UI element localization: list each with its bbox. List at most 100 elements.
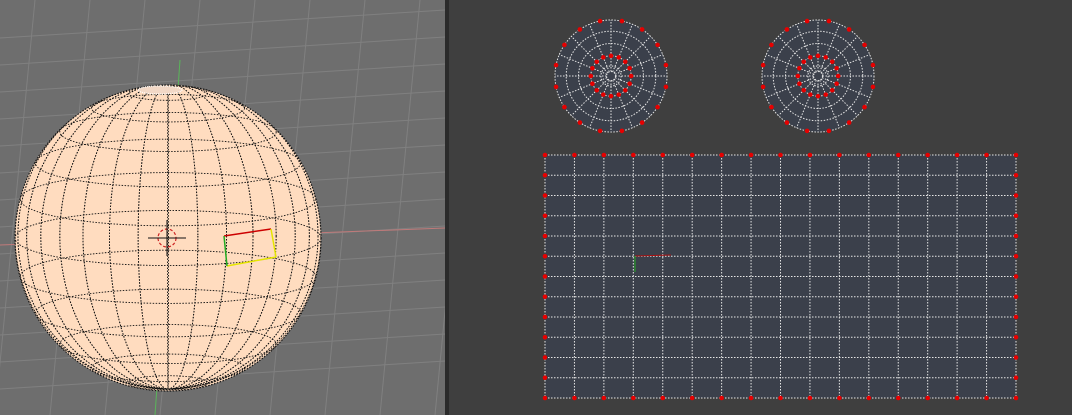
- uv-vertex: [590, 81, 595, 87]
- uv-vertex: [834, 81, 839, 87]
- uv-vertex: [1013, 152, 1019, 158]
- uv-vertex: [639, 120, 645, 125]
- uv-vertex: [984, 395, 989, 401]
- grid-line: [434, 306, 445, 415]
- uv-vertex: [1013, 172, 1019, 178]
- uv-vertex: [689, 395, 695, 401]
- uv-vertex: [542, 314, 548, 320]
- grid-line: [324, 0, 366, 415]
- uv-vertex: [622, 87, 628, 93]
- uv-sphere-mesh[interactable]: [14, 83, 322, 392]
- uv-vertex: [1013, 294, 1019, 300]
- uv-vertex: [866, 395, 872, 401]
- uv-vertex: [619, 128, 625, 134]
- uv-vertex: [925, 395, 930, 401]
- uv-vertex: [542, 213, 548, 219]
- uv-vertex: [823, 55, 829, 60]
- uv-vertex: [663, 62, 669, 68]
- uv-vertex: [631, 152, 636, 158]
- uv-vertex: [597, 128, 603, 134]
- uv-vertex: [542, 355, 548, 360]
- uv-editor-canvas[interactable]: [449, 0, 1072, 415]
- uv-vertex: [815, 53, 821, 59]
- 3d-viewport-canvas[interactable]: [0, 0, 445, 415]
- uv-vertex: [807, 152, 813, 158]
- uv-vertex: [689, 152, 695, 158]
- uv-vertex: [597, 18, 603, 24]
- uv-vertex: [835, 73, 841, 79]
- uv-editor[interactable]: [449, 0, 1072, 415]
- uv-vertex: [769, 42, 774, 48]
- uv-vertex: [925, 152, 930, 158]
- island-fill: [555, 20, 667, 132]
- uv-vertex: [572, 152, 577, 158]
- uv-vertex: [846, 27, 852, 32]
- uv-vertex: [1013, 233, 1019, 239]
- uv-vertex: [895, 152, 901, 158]
- uv-vertex: [627, 65, 632, 71]
- uv-vertex: [542, 274, 548, 279]
- 3d-viewport[interactable]: [0, 0, 445, 415]
- uv-vertex: [553, 62, 559, 68]
- uv-vertex: [616, 92, 622, 97]
- grid-line: [0, 9, 445, 39]
- uv-vertex: [769, 104, 774, 110]
- uv-vertex: [807, 92, 813, 97]
- uv-vertex: [784, 120, 790, 125]
- uv-vertex: [895, 395, 901, 401]
- uv-vertex: [562, 42, 567, 48]
- uv-vertex: [619, 18, 625, 24]
- uv-vertex: [797, 81, 802, 87]
- uv-vertex: [600, 55, 606, 60]
- uv-vertex: [1013, 253, 1019, 259]
- uv-vertex: [778, 395, 783, 401]
- uv-vertex: [795, 73, 801, 79]
- uv-vertex: [608, 53, 614, 59]
- uv-vertex: [760, 62, 766, 68]
- uv-vertex: [542, 172, 548, 178]
- uv-vertex: [748, 395, 754, 401]
- uv-vertex: [784, 27, 790, 32]
- uv-vertex: [655, 104, 660, 110]
- uv-vertex: [542, 253, 548, 259]
- uv-vertex: [984, 152, 989, 158]
- uv-vertex: [577, 27, 583, 32]
- uv-vertex: [1013, 395, 1019, 401]
- grid-line: [0, 63, 445, 93]
- uv-vertex: [826, 128, 832, 134]
- uv-vertex: [542, 294, 548, 300]
- uv-vertex: [807, 55, 813, 60]
- uv-vertex: [542, 395, 548, 401]
- uv-vertex: [660, 152, 666, 158]
- uv-vertex: [846, 120, 852, 125]
- uv-vertex: [572, 395, 577, 401]
- sphere-pole: [137, 85, 183, 95]
- uv-vertex: [601, 152, 607, 158]
- uv-vertex: [608, 93, 614, 99]
- uv-vertex: [801, 59, 807, 65]
- uv-vertex: [660, 395, 666, 401]
- uv-vertex: [594, 87, 600, 93]
- uv-vertex: [1013, 314, 1019, 320]
- uv-vertex: [594, 59, 600, 65]
- uv-vertex: [719, 152, 724, 158]
- uv-vertex: [862, 104, 867, 110]
- uv-vertex: [627, 81, 632, 87]
- uv-island-circle-right[interactable]: [760, 18, 876, 134]
- uv-island-grid[interactable]: [542, 152, 1019, 401]
- uv-vertex: [760, 84, 766, 90]
- grid-line: [379, 0, 421, 415]
- uv-vertex: [870, 84, 876, 90]
- uv-vertex: [631, 395, 636, 401]
- uv-vertex: [622, 59, 628, 65]
- uv-vertex: [628, 73, 634, 79]
- uv-vertex: [1013, 334, 1019, 340]
- uv-vertex: [542, 193, 548, 198]
- uv-vertex: [804, 18, 810, 24]
- uv-vertex: [601, 395, 607, 401]
- uv-vertex: [663, 84, 669, 90]
- uv-vertex: [1013, 355, 1019, 360]
- uv-vertex: [834, 65, 839, 71]
- uv-island-circle-left[interactable]: [553, 18, 669, 134]
- uv-vertex: [748, 152, 754, 158]
